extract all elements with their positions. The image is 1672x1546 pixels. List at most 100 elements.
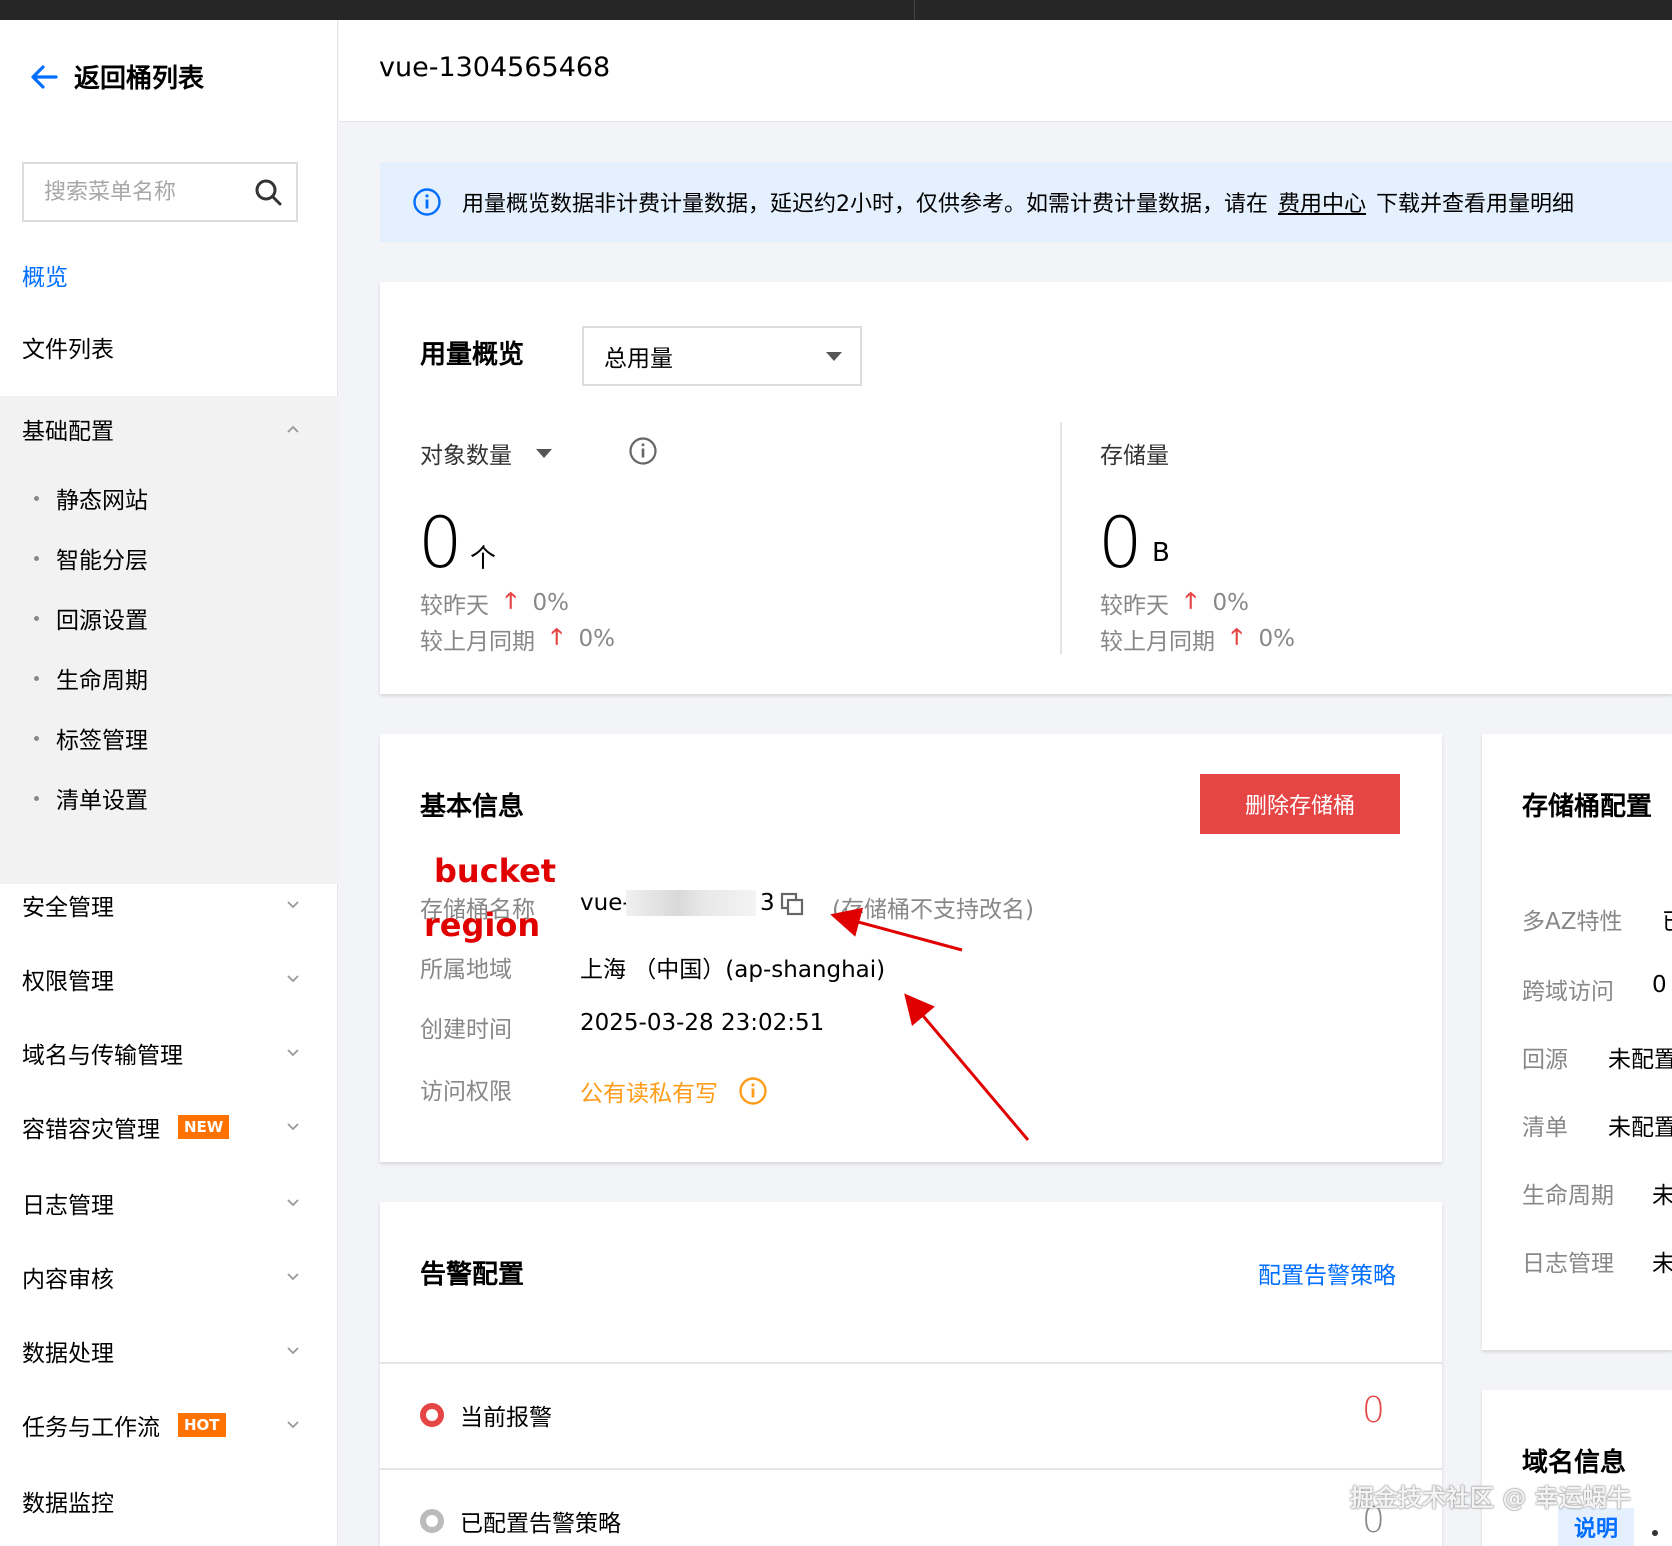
sidebar-item-label: 基础配置 [22,419,114,445]
sidebar-item-label: 域名与传输管理 [22,1043,183,1069]
sidebar-item-overview[interactable]: 概览 [0,242,338,308]
sidebar-subitem-inventory[interactable]: 清单设置 [0,768,338,828]
chevron-down-icon [287,1199,299,1207]
usage-overview-card: 用量概览 总用量 对象数量 0 个 较昨天 🡑 0% 较上月同期 🡑 0% 存储量 0 … [380,282,1672,694]
menu-search-input[interactable] [24,164,244,220]
configured-alarm-row: 已配置告警策略 [420,1504,621,1538]
bullet-dot [34,676,39,681]
info-icon[interactable] [628,436,658,466]
object-month-compare: 较上月同期 🡑 0% [420,620,615,658]
watermark: 掘金技术社区 @ 幸运蜗牛 [1350,1484,1631,1512]
arrow-up-icon: 🡑 [1185,589,1197,614]
sidebar-item-label: 安全管理 [22,895,114,921]
back-to-bucket-list-link[interactable]: 返回桶列表 [28,58,204,95]
sidebar-item-label: 概览 [22,265,68,291]
sidebar-subitem-label: 生命周期 [56,668,148,694]
compare-label: 较上月同期 [1100,629,1215,655]
sidebar-item-logs[interactable]: 日志管理 [0,1170,338,1236]
domain-info-title: 域名信息 [1522,1448,1627,1478]
info-notice: 用量概览数据非计费计量数据，延迟约2小时，仅供参考。如需计费计量数据，请在 费用… [380,162,1672,242]
config-value: 已 [1662,902,1672,936]
configure-alarm-policy-link[interactable]: 配置告警策略 [1258,1256,1396,1290]
sidebar-item-tasks-workflows[interactable]: 任务与工作流 HOT [0,1392,338,1458]
metric-divider [1060,422,1062,654]
object-count-label[interactable]: 对象数量 [420,436,552,470]
created-value: 2025-03-28 23:02:51 [580,1010,825,1036]
copy-icon[interactable] [780,892,804,916]
usage-title: 用量概览 [420,340,525,370]
explain-button[interactable]: 说明 [1558,1508,1634,1546]
bucket-name-prefix: vue- [580,890,631,916]
bullet-dot [1652,1530,1658,1536]
chevron-up-icon [287,425,299,433]
sidebar-subitem-tags[interactable]: 标签管理 [0,708,338,768]
arrow-up-icon: 🡑 [1231,625,1243,650]
hot-badge: HOT [178,1413,226,1437]
sidebar-item-data-processing[interactable]: 数据处理 [0,1318,338,1384]
sidebar-subitem-lifecycle[interactable]: 生命周期 [0,648,338,708]
sidebar-item-content-moderation[interactable]: 内容审核 [0,1244,338,1310]
metric-label-text: 对象数量 [420,443,512,469]
access-value: 公有读私有写 [580,1074,768,1108]
info-icon [413,188,441,216]
compare-label: 较上月同期 [420,629,535,655]
sidebar-item-file-list[interactable]: 文件列表 [0,314,338,380]
sidebar-subitem-label: 智能分层 [56,548,148,574]
sidebar-item-monitoring[interactable]: 数据监控 [0,1468,338,1534]
delete-bucket-button[interactable]: 删除存储桶 [1200,774,1400,834]
top-bar-divider [914,0,915,20]
bucket-name-suffix: 3 [760,890,775,916]
sidebar-item-basic-config[interactable]: 基础配置 [0,396,338,462]
sidebar-item-label: 文件列表 [22,337,114,363]
bullet-dot [34,736,39,741]
alarm-config-card: 告警配置 配置告警策略 当前报警 0 已配置告警策略 0 [380,1202,1442,1546]
chevron-down-icon [287,1421,299,1429]
storage-value: 0 [1098,502,1143,584]
sidebar-subitem-tiering[interactable]: 智能分层 [0,528,338,588]
dropdown-caret-icon[interactable] [536,448,552,458]
sidebar-item-permissions[interactable]: 权限管理 [0,946,338,1012]
sidebar-item-domain-transfer[interactable]: 域名与传输管理 [0,1020,338,1086]
usage-type-select[interactable]: 总用量 [582,326,862,386]
sidebar-item-label: 数据监控 [22,1491,114,1517]
bucket-config-card: 存储桶配置 多AZ特性 已 跨域访问 0 回源 未配置 清单 未配置 生命周期 … [1482,734,1672,1350]
config-value: 未 [1652,1251,1672,1277]
rename-note: (存储桶不支持改名) [832,897,1034,923]
config-label: 日志管理 [1522,1251,1614,1277]
sidebar-subitem-label: 静态网站 [56,488,148,514]
sidebar-item-security[interactable]: 安全管理 [0,872,338,938]
domain-info-card: 域名信息 说明 [1482,1390,1672,1546]
basic-info-card: 基本信息 删除存储桶 bucket 存储桶名称 vue- 3 (存储桶不支持改名… [380,734,1442,1162]
metric-label-text: 存储量 [1100,443,1169,469]
sidebar-subitem-label: 回源设置 [56,608,148,634]
config-label: 跨域访问 [1522,979,1614,1005]
storage-label: 存储量 [1100,436,1169,470]
compare-value: 0% [1258,626,1295,652]
status-dot-icon [420,1403,444,1427]
compare-value: 0% [578,626,615,652]
storage-day-compare: 较昨天 🡑 0% [1100,584,1249,622]
billing-center-link[interactable]: 费用中心 [1278,186,1366,218]
status-dot-icon [420,1509,444,1533]
config-value: 未配置 [1608,1115,1672,1141]
bullet-dot [34,556,39,561]
info-icon[interactable] [738,1076,768,1106]
object-count-value: 0 [418,502,463,584]
back-label: 返回桶列表 [74,64,205,94]
sidebar-item-label: 任务与工作流 [22,1415,160,1441]
current-alarm-count: 0 [1362,1390,1385,1431]
access-value-text: 公有读私有写 [580,1081,718,1107]
new-badge: NEW [178,1115,230,1139]
sidebar-subitem-static-site[interactable]: 静态网站 [0,468,338,528]
sidebar-item-disaster-recovery[interactable]: 容错容灾管理 NEW [0,1094,338,1160]
storage-month-compare: 较上月同期 🡑 0% [1100,620,1295,658]
search-icon[interactable] [254,178,282,206]
notice-text: 用量概览数据非计费计量数据，延迟约2小时，仅供参考。如需计费计量数据，请在 [462,192,1268,217]
select-value: 总用量 [604,346,673,372]
compare-label: 较昨天 [1100,593,1169,619]
sidebar-subitem-origin[interactable]: 回源设置 [0,588,338,648]
annotation-bucket: bucket [434,852,557,890]
sidebar-item-label: 日志管理 [22,1193,114,1219]
sidebar-item-label: 内容审核 [22,1267,114,1293]
notice-suffix: 下载并查看用量明细 [1376,192,1575,217]
